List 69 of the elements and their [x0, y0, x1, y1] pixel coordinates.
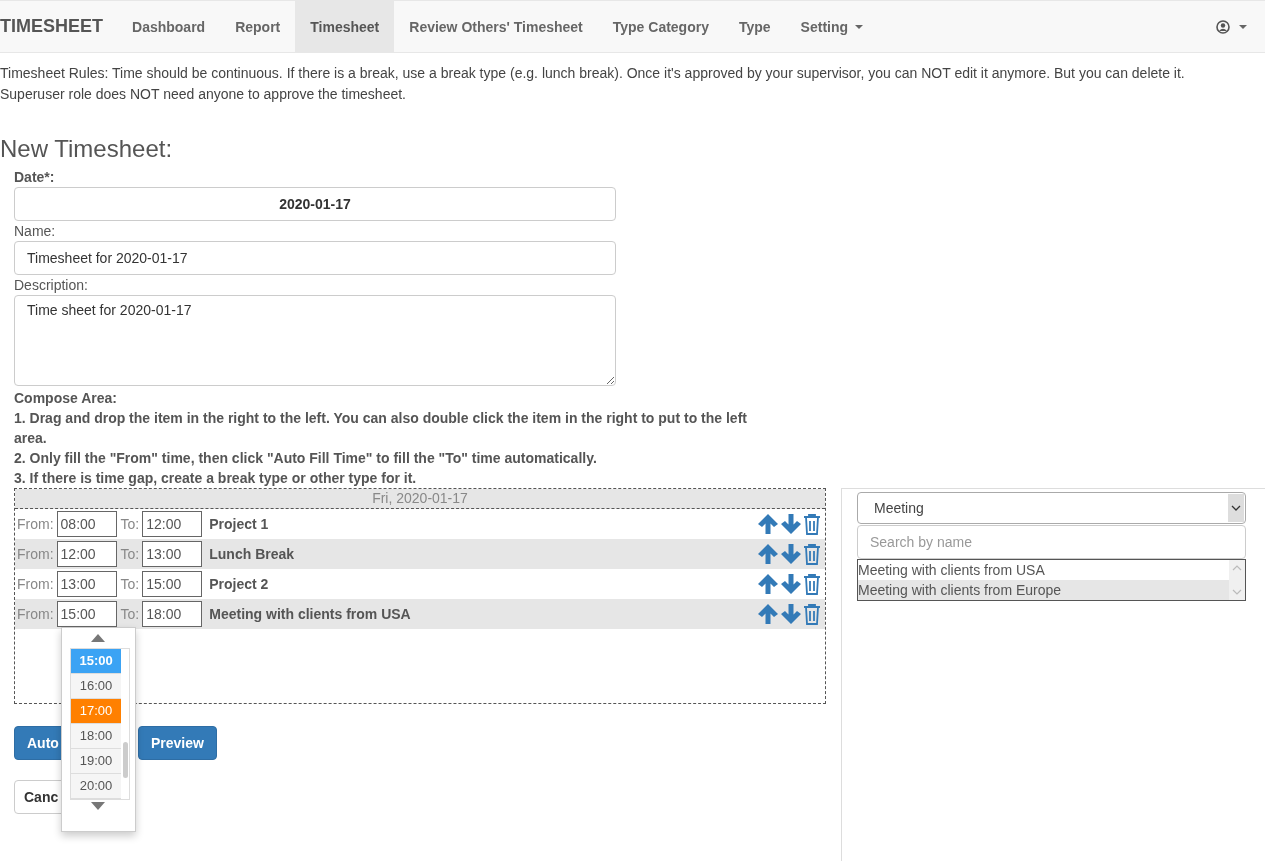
- time-option[interactable]: 16:00: [71, 674, 122, 699]
- trash-icon[interactable]: [803, 573, 821, 595]
- from-label: From:: [17, 546, 54, 562]
- time-option[interactable]: 18:00: [71, 724, 122, 749]
- entry-name: Meeting with clients from USA: [209, 606, 411, 622]
- time-option[interactable]: 20:00: [71, 774, 122, 799]
- type-item[interactable]: Meeting with clients from USA: [858, 560, 1229, 580]
- trash-icon[interactable]: [803, 603, 821, 625]
- to-time-field[interactable]: 18:00: [142, 601, 203, 627]
- field-label: Name:: [14, 222, 57, 241]
- from-label: From:: [17, 516, 54, 532]
- chevron-down-icon: [1228, 494, 1244, 522]
- nav-tab[interactable]: Report: [220, 1, 296, 52]
- arrow-down-icon[interactable]: [780, 573, 802, 595]
- from-time-field[interactable]: 13:00: [56, 571, 117, 597]
- arrow-down-icon[interactable]: [780, 603, 802, 625]
- to-time-field[interactable]: 13:00: [142, 541, 203, 567]
- to-time-field[interactable]: 12:00: [142, 511, 203, 537]
- caret-icon: [1239, 24, 1247, 29]
- search-field[interactable]: Search by name: [857, 525, 1246, 559]
- from-label: From:: [17, 606, 54, 622]
- trash-icon[interactable]: [803, 513, 821, 535]
- from-time-field[interactable]: 12:00: [56, 541, 117, 567]
- nav-tab[interactable]: Timesheet: [295, 1, 395, 52]
- from-time-field[interactable]: 08:00: [56, 511, 117, 537]
- nav-tab[interactable]: Dashboard: [117, 1, 221, 52]
- nav-tab[interactable]: Type: [723, 1, 786, 52]
- nav-tab[interactable]: Setting: [785, 1, 879, 52]
- nav-tab[interactable]: Review Others' Timesheet: [394, 1, 598, 52]
- type-item[interactable]: Meeting with clients from Europe: [858, 580, 1229, 600]
- arrow-up-icon[interactable]: [757, 543, 779, 565]
- scroll-up-icon[interactable]: [91, 634, 106, 642]
- time-option[interactable]: 19:00: [71, 749, 122, 774]
- preview-button[interactable]: Preview: [138, 726, 217, 760]
- to-label: To:: [120, 576, 140, 592]
- arrow-up-icon[interactable]: [757, 603, 779, 625]
- compose-title: Compose Area:: [14, 389, 118, 408]
- entry-name: Lunch Break: [209, 546, 295, 562]
- instruction-text: 2. Only fill the "From" time, then click "Auto Fill Time" to fill the "To" time automatically.: [14, 449, 598, 468]
- description-field[interactable]: Time sheet for 2020-01-17: [14, 295, 616, 386]
- trash-icon[interactable]: [803, 543, 821, 565]
- arrow-down-icon[interactable]: [780, 513, 802, 535]
- to-label: To:: [120, 546, 140, 562]
- to-time-field[interactable]: 15:00: [142, 571, 203, 597]
- name-field[interactable]: Timesheet for 2020-01-17: [14, 241, 616, 275]
- scrollbar-thumb[interactable]: [123, 742, 129, 778]
- page-heading: New Timesheet:: [0, 135, 174, 163]
- to-label: To:: [120, 606, 140, 622]
- brand-link[interactable]: TIMESHEET: [0, 1, 117, 52]
- rules-text: Timesheet Rules: Time should be continuous. If there is a break, use a break type (e.g. lunch break). Once it's approved by your supervisor, you can NOT edit it anymore. But you can delete it. Superuser role does NOT need anyone to approve the timesheet.: [0, 64, 1186, 104]
- field-label: Description:: [14, 276, 89, 295]
- scroll-down-icon[interactable]: [91, 802, 106, 810]
- arrow-up-icon[interactable]: [757, 513, 779, 535]
- nav-tab[interactable]: Type Category: [597, 1, 724, 52]
- instruction-text: 1. Drag and drop the item in the right to the left. You can also double click the item in the right to put to the left area.: [14, 409, 748, 448]
- entry-name: Project 1: [209, 516, 269, 532]
- arrow-up-icon[interactable]: [757, 573, 779, 595]
- date-field[interactable]: 2020-01-17: [14, 187, 616, 221]
- arrow-down-icon[interactable]: [780, 543, 802, 565]
- to-label: To:: [120, 516, 140, 532]
- field-label: Date*:: [14, 168, 56, 187]
- user-icon: [1216, 19, 1230, 34]
- day-header: Fri, 2020-01-17: [15, 489, 825, 509]
- entry-name: Project 2: [209, 576, 269, 592]
- instruction-text: 3. If there is time gap, create a break type or other type for it.: [14, 469, 418, 488]
- type-select[interactable]: Meeting: [857, 492, 1246, 524]
- from-time-field[interactable]: 15:00: [56, 601, 117, 627]
- from-label: From:: [17, 576, 54, 592]
- scrollbar[interactable]: [1229, 560, 1245, 600]
